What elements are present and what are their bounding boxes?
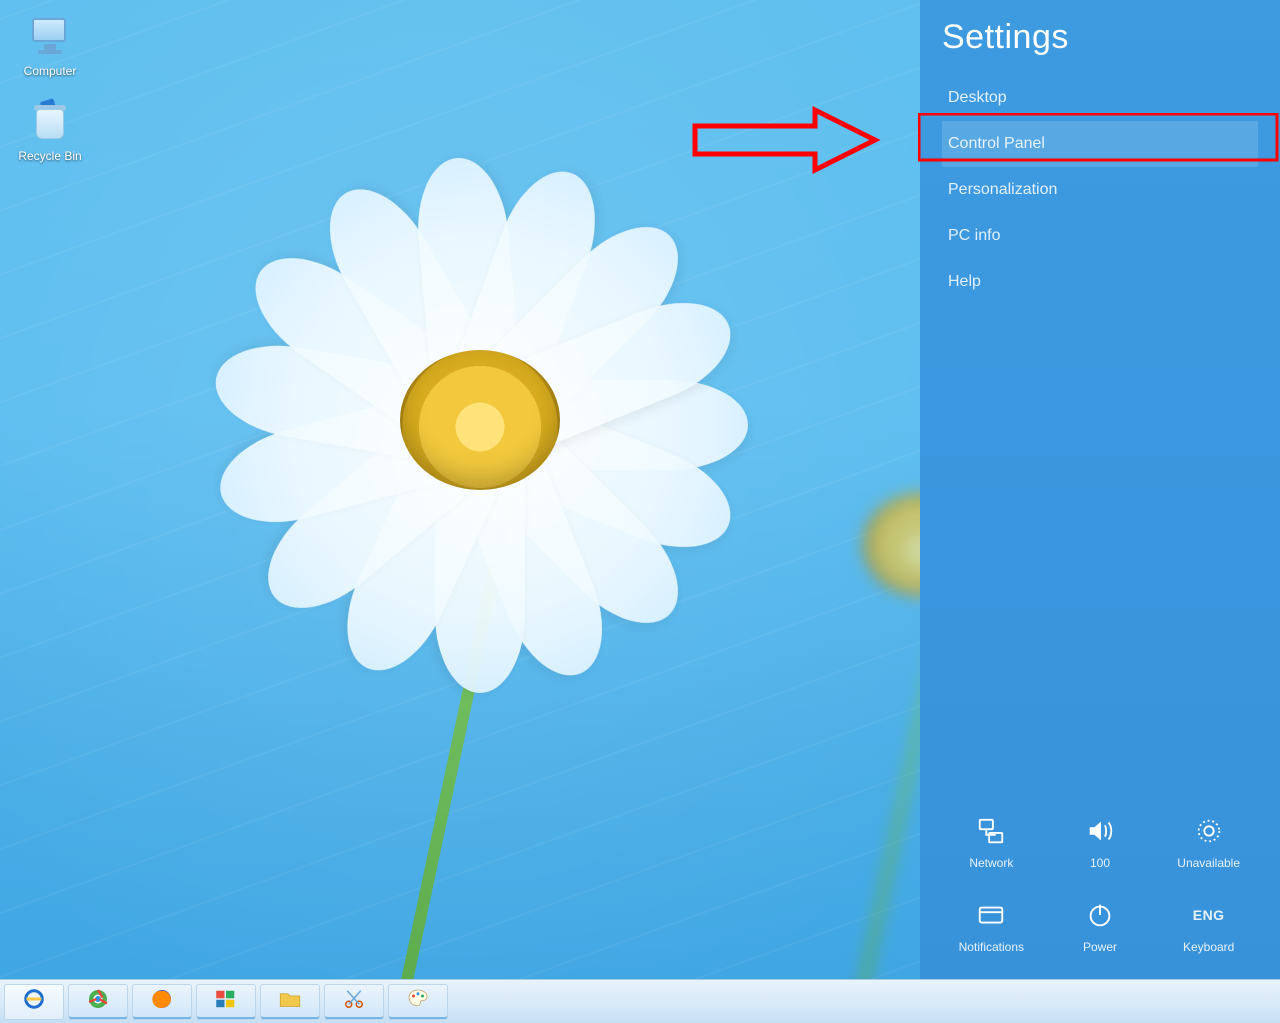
paint-icon xyxy=(406,987,430,1016)
quick-notifications[interactable]: Notifications xyxy=(942,898,1041,954)
quick-label: Keyboard xyxy=(1183,940,1234,954)
link-label: Help xyxy=(948,273,981,290)
quick-settings-grid: Network 100 Unavailable Notifications Po… xyxy=(942,814,1258,954)
link-label: PC info xyxy=(948,227,1000,244)
quick-network[interactable]: Network xyxy=(942,814,1041,870)
desktop-icon-label: Computer xyxy=(10,64,90,78)
ie-icon xyxy=(22,987,46,1016)
settings-link-desktop[interactable]: Desktop xyxy=(942,75,1258,121)
brightness-icon xyxy=(1192,814,1226,848)
quick-label: Power xyxy=(1083,940,1117,954)
keyboard-lang: ENG xyxy=(1193,907,1225,923)
volume-icon xyxy=(1083,814,1117,848)
chrome-icon xyxy=(86,987,110,1016)
taskbar-app-firefox[interactable] xyxy=(132,984,192,1020)
recycle-bin-icon xyxy=(26,101,74,145)
quick-volume[interactable]: 100 xyxy=(1051,814,1150,870)
notifications-icon xyxy=(974,898,1008,932)
settings-link-pc-info[interactable]: PC info xyxy=(942,213,1258,259)
desktop-icon-computer[interactable]: Computer xyxy=(8,10,92,81)
power-icon xyxy=(1083,898,1117,932)
live-icon xyxy=(214,987,238,1016)
desktop-icon-label: Recycle Bin xyxy=(10,149,90,163)
taskbar-app-internet-explorer[interactable] xyxy=(4,984,64,1020)
settings-charm-panel: Settings Desktop Control Panel Personali… xyxy=(920,0,1280,1023)
settings-link-personalization[interactable]: Personalization xyxy=(942,167,1258,213)
quick-brightness[interactable]: Unavailable xyxy=(1159,814,1258,870)
quick-label: Network xyxy=(969,856,1013,870)
settings-title: Settings xyxy=(942,18,1258,57)
link-label: Control Panel xyxy=(948,135,1045,152)
taskbar xyxy=(0,979,1280,1023)
taskbar-app-paint[interactable] xyxy=(388,984,448,1020)
explorer-icon xyxy=(278,987,302,1016)
taskbar-app-windows-live[interactable] xyxy=(196,984,256,1020)
taskbar-app-file-explorer[interactable] xyxy=(260,984,320,1020)
keyboard-icon: ENG xyxy=(1192,898,1226,932)
quick-label: Notifications xyxy=(959,940,1024,954)
settings-link-help[interactable]: Help xyxy=(942,259,1258,305)
link-label: Personalization xyxy=(948,181,1057,198)
settings-link-control-panel[interactable]: Control Panel xyxy=(942,121,1258,167)
quick-keyboard[interactable]: ENG Keyboard xyxy=(1159,898,1258,954)
link-label: Desktop xyxy=(948,89,1007,106)
snip-icon xyxy=(342,987,366,1016)
quick-label: 100 xyxy=(1090,856,1110,870)
quick-label: Unavailable xyxy=(1177,856,1240,870)
desktop-icon-recycle-bin[interactable]: Recycle Bin xyxy=(8,95,92,166)
firefox-icon xyxy=(150,987,174,1016)
quick-power[interactable]: Power xyxy=(1051,898,1150,954)
network-icon xyxy=(974,814,1008,848)
computer-icon xyxy=(26,16,74,60)
taskbar-app-chrome[interactable] xyxy=(68,984,128,1020)
taskbar-app-snipping-tool[interactable] xyxy=(324,984,384,1020)
